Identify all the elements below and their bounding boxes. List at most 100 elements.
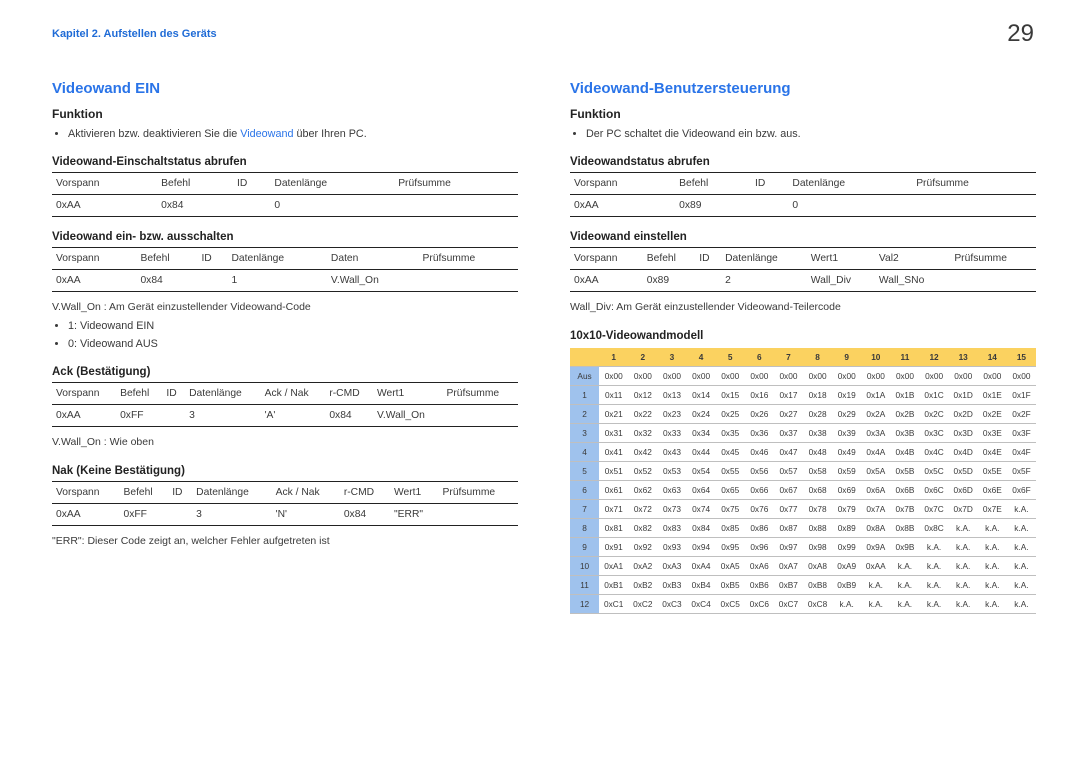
matrix-cell: 0x53	[657, 461, 686, 480]
matrix-row-head: 2	[570, 404, 599, 423]
matrix-cell: 0x5D	[949, 461, 978, 480]
matrix-cell: 0x72	[628, 499, 657, 518]
left-funktion-bullet: Aktivieren bzw. deaktivieren Sie die Vid…	[68, 126, 518, 142]
matrix-cell: 0x1A	[861, 385, 890, 404]
matrix-cell: 0x95	[716, 537, 745, 556]
matrix-cell: 0x46	[745, 442, 774, 461]
matrix-cell: 0x83	[657, 518, 686, 537]
matrix-cell: 0x3A	[861, 423, 890, 442]
left-nak-table: VorspannBefehlIDDatenlängeAck / Nakr-CMD…	[52, 481, 518, 526]
matrix-cell: 0x41	[599, 442, 628, 461]
matrix-col-head: 12	[920, 348, 949, 367]
matrix-cell: 0x49	[832, 442, 861, 461]
matrix-cell: 0x68	[803, 480, 832, 499]
matrix-cell: 0x63	[657, 480, 686, 499]
matrix-col-head: 15	[1007, 348, 1036, 367]
matrix-cell: 0x93	[657, 537, 686, 556]
matrix-cell: 0x43	[657, 442, 686, 461]
right-sec1-table: VorspannBefehlIDDatenlängePrüfsumme 0xAA…	[570, 172, 1036, 217]
matrix-cell: 0x39	[832, 423, 861, 442]
matrix-cell: 0xC2	[628, 594, 657, 613]
matrix-cell: 0x27	[774, 404, 803, 423]
matrix-cell: 0x8B	[890, 518, 919, 537]
matrix-cell: 0x00	[687, 366, 716, 385]
matrix-cell: 0x2D	[949, 404, 978, 423]
left-ack-table: VorspannBefehlIDDatenlängeAck / Nakr-CMD…	[52, 382, 518, 427]
matrix-col-head: 8	[803, 348, 832, 367]
matrix-col-head: 1	[599, 348, 628, 367]
matrix-col-head: 14	[978, 348, 1007, 367]
matrix-cell: 0xA3	[657, 556, 686, 575]
matrix-cell: 0x58	[803, 461, 832, 480]
matrix-cell: 0xC7	[774, 594, 803, 613]
matrix-cell: 0x00	[628, 366, 657, 385]
matrix-cell: 0x3C	[920, 423, 949, 442]
right-sec2-h: Videowand einstellen	[570, 231, 1036, 243]
matrix-cell: 0x47	[774, 442, 803, 461]
matrix-col-head: 3	[657, 348, 686, 367]
matrix-cell: 0x92	[628, 537, 657, 556]
matrix-cell: 0x00	[657, 366, 686, 385]
matrix-cell: k.A.	[978, 537, 1007, 556]
matrix-table: 123456789101112131415 Aus0x000x000x000x0…	[570, 348, 1036, 614]
matrix-cell: 0xC1	[599, 594, 628, 613]
matrix-cell: 0x9B	[890, 537, 919, 556]
matrix-cell: 0xA8	[803, 556, 832, 575]
matrix-cell: k.A.	[861, 575, 890, 594]
matrix-row-head: 9	[570, 537, 599, 556]
matrix-cell: k.A.	[920, 594, 949, 613]
matrix-cell: 0x00	[803, 366, 832, 385]
matrix-cell: 0x91	[599, 537, 628, 556]
matrix-cell: 0x36	[745, 423, 774, 442]
matrix-cell: 0x29	[832, 404, 861, 423]
matrix-cell: 0x6B	[890, 480, 919, 499]
matrix-cell: 0x4C	[920, 442, 949, 461]
right-title: Videowand-Benutzersteuerung	[570, 80, 1036, 97]
matrix-cell: k.A.	[1007, 499, 1036, 518]
matrix-cell: 0x51	[599, 461, 628, 480]
matrix-cell: 0x2F	[1007, 404, 1036, 423]
matrix-cell: 0x2B	[890, 404, 919, 423]
matrix-cell: 0xC3	[657, 594, 686, 613]
matrix-cell: k.A.	[890, 575, 919, 594]
left-sec2-h: Videowand ein- bzw. ausschalten	[52, 231, 518, 243]
matrix-cell: 0x18	[803, 385, 832, 404]
matrix-cell: 0x19	[832, 385, 861, 404]
matrix-cell: 0x6F	[1007, 480, 1036, 499]
left-title: Videowand EIN	[52, 80, 518, 97]
vwall-li1: 1: Videowand EIN	[68, 318, 518, 334]
matrix-cell: 0xA7	[774, 556, 803, 575]
matrix-cell: 0x3E	[978, 423, 1007, 442]
matrix-cell: 0x65	[716, 480, 745, 499]
matrix-row-head: 1	[570, 385, 599, 404]
left-nak-h: Nak (Keine Bestätigung)	[52, 465, 518, 477]
matrix-cell: 0x5E	[978, 461, 1007, 480]
matrix-cell: 0x25	[716, 404, 745, 423]
matrix-col-head: 9	[832, 348, 861, 367]
matrix-cell: 0xB2	[628, 575, 657, 594]
matrix-cell: 0x4F	[1007, 442, 1036, 461]
matrix-cell: 0xAA	[861, 556, 890, 575]
matrix-cell: 0x3F	[1007, 423, 1036, 442]
matrix-cell: k.A.	[1007, 575, 1036, 594]
matrix-cell: 0x61	[599, 480, 628, 499]
matrix-cell: 0xC5	[716, 594, 745, 613]
matrix-cell: 0x86	[745, 518, 774, 537]
matrix-cell: 0xB1	[599, 575, 628, 594]
matrix-col-head: 7	[774, 348, 803, 367]
matrix-cell: 0x44	[687, 442, 716, 461]
matrix-cell: 0x4D	[949, 442, 978, 461]
matrix-cell: 0x13	[657, 385, 686, 404]
matrix-cell: 0x52	[628, 461, 657, 480]
matrix-cell: 0x33	[657, 423, 686, 442]
matrix-cell: 0xA6	[745, 556, 774, 575]
matrix-cell: 0x23	[657, 404, 686, 423]
matrix-cell: 0x35	[716, 423, 745, 442]
matrix-cell: 0x00	[716, 366, 745, 385]
matrix-cell: 0x78	[803, 499, 832, 518]
matrix-cell: 0x2A	[861, 404, 890, 423]
matrix-cell: 0x8C	[920, 518, 949, 537]
matrix-cell: 0x7E	[978, 499, 1007, 518]
matrix-row-head: 7	[570, 499, 599, 518]
matrix-cell: 0xA5	[716, 556, 745, 575]
